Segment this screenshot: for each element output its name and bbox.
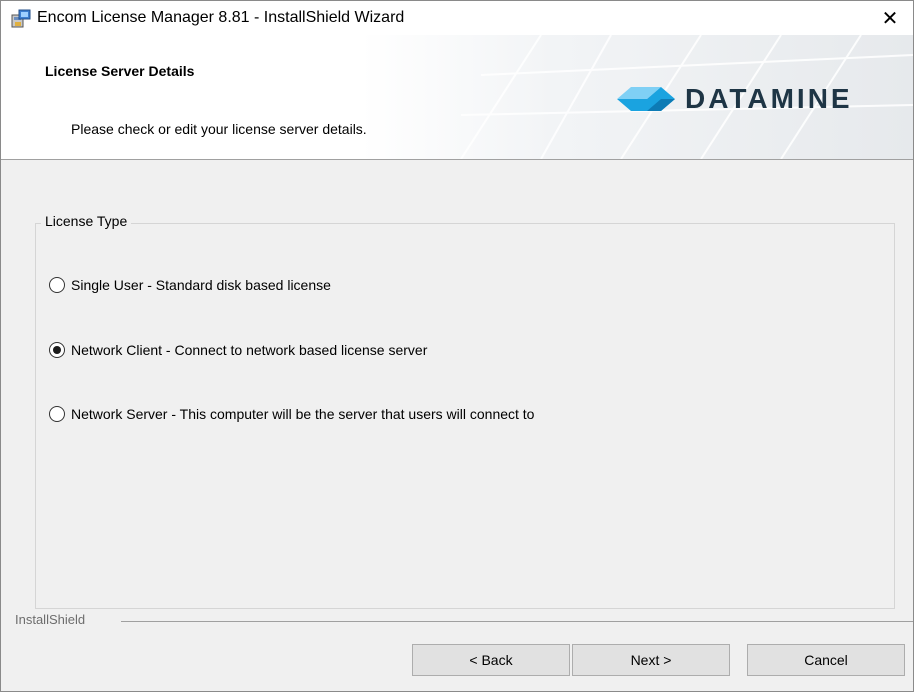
- radio-button-selected[interactable]: [49, 342, 65, 358]
- radio-button[interactable]: [49, 277, 65, 293]
- radio-network-server[interactable]: Network Server - This computer will be t…: [49, 406, 534, 422]
- installer-window: Encom License Manager 8.81 - InstallShie…: [0, 0, 914, 692]
- radio-label: Network Server - This computer will be t…: [71, 406, 535, 422]
- window-title: Encom License Manager 8.81 - InstallShie…: [37, 9, 405, 26]
- radio-label: Single User - Standard disk based licens…: [71, 277, 331, 293]
- license-type-label: License Type: [41, 213, 132, 229]
- title-bar: Encom License Manager 8.81 - InstallShie…: [1, 1, 913, 35]
- radio-selected-dot: [53, 346, 61, 354]
- close-icon: ✕: [881, 7, 899, 30]
- installshield-brand: InstallShield: [15, 612, 86, 627]
- radio-network-client[interactable]: Network Client - Connect to network base…: [49, 342, 427, 358]
- footer-divider: [121, 621, 913, 622]
- logo-wordmark: DATAMINE: [685, 83, 853, 114]
- close-button[interactable]: ✕: [867, 1, 913, 35]
- radio-button[interactable]: [49, 406, 65, 422]
- datamine-logo: DATAMINE: [617, 79, 853, 119]
- datamine-logo-icon: [617, 87, 675, 111]
- page-title: License Server Details: [45, 63, 195, 79]
- radio-single-user[interactable]: Single User - Standard disk based licens…: [49, 277, 331, 293]
- radio-label: Network Client - Connect to network base…: [71, 342, 428, 358]
- cancel-button[interactable]: Cancel: [747, 644, 905, 676]
- page-subtitle: Please check or edit your license server…: [71, 121, 367, 137]
- next-button[interactable]: Next >: [572, 644, 730, 676]
- header-banner: License Server Details Please check or e…: [1, 35, 913, 160]
- back-button[interactable]: < Back: [412, 644, 570, 676]
- installer-app-icon: [11, 9, 31, 28]
